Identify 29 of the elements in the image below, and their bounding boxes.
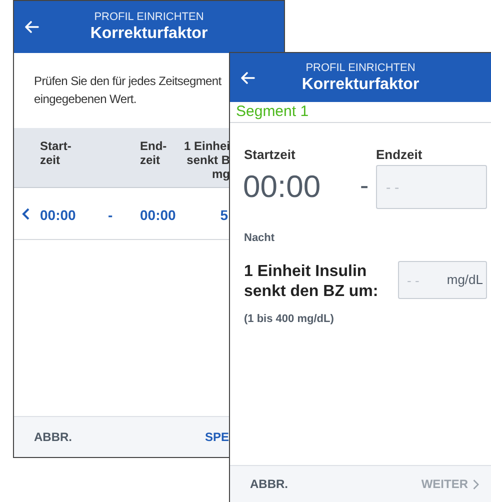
start-time-value: 00:00 — [243, 169, 321, 205]
start-time-label: Startzeit — [244, 146, 296, 164]
back-icon[interactable] — [24, 19, 40, 35]
confirm-button[interactable]: SPE — [204, 428, 229, 446]
back-icon[interactable] — [240, 70, 256, 86]
header-title: Korrekturfaktor — [302, 74, 420, 94]
column-header: Start- zeit — [40, 139, 72, 167]
chevron-left-icon — [22, 208, 30, 220]
segment-label: Segment 1 — [230, 102, 491, 123]
column-header: 1 Einhei senkt B mg — [184, 139, 230, 181]
table-cell-text: 00:00 — [140, 206, 176, 225]
time-separator: - — [360, 169, 369, 202]
table-cell-text: 00:00 — [40, 206, 76, 225]
end-time-field[interactable]: - - — [376, 165, 487, 209]
period-label: Nacht — [244, 231, 275, 246]
cancel-button[interactable]: ABBR. — [250, 475, 288, 493]
end-time-label: Endzeit — [376, 146, 422, 164]
table-cell-text: - — [108, 206, 113, 225]
header-subtitle: PROFIL EINRICHTEN — [306, 60, 416, 74]
header-subtitle: PROFIL EINRICHTEN — [94, 10, 204, 24]
range-hint: (1 bis 400 mg/dL) — [244, 312, 334, 327]
cancel-button[interactable]: ABBR. — [34, 428, 72, 446]
intro-text: Prüfen Sie den für jedes Zeitsegment eingegebenen Wert. — [34, 73, 222, 108]
factor-label: 1 Einheit Insulin senkt den BZ um: — [244, 262, 378, 302]
table-cell-text: 5 — [220, 206, 228, 225]
column-header: End- zeit — [140, 139, 167, 167]
unit-label: mg/dL — [446, 272, 483, 288]
chevron-right-icon — [472, 478, 479, 490]
header-title: Korrekturfaktor — [90, 24, 208, 44]
